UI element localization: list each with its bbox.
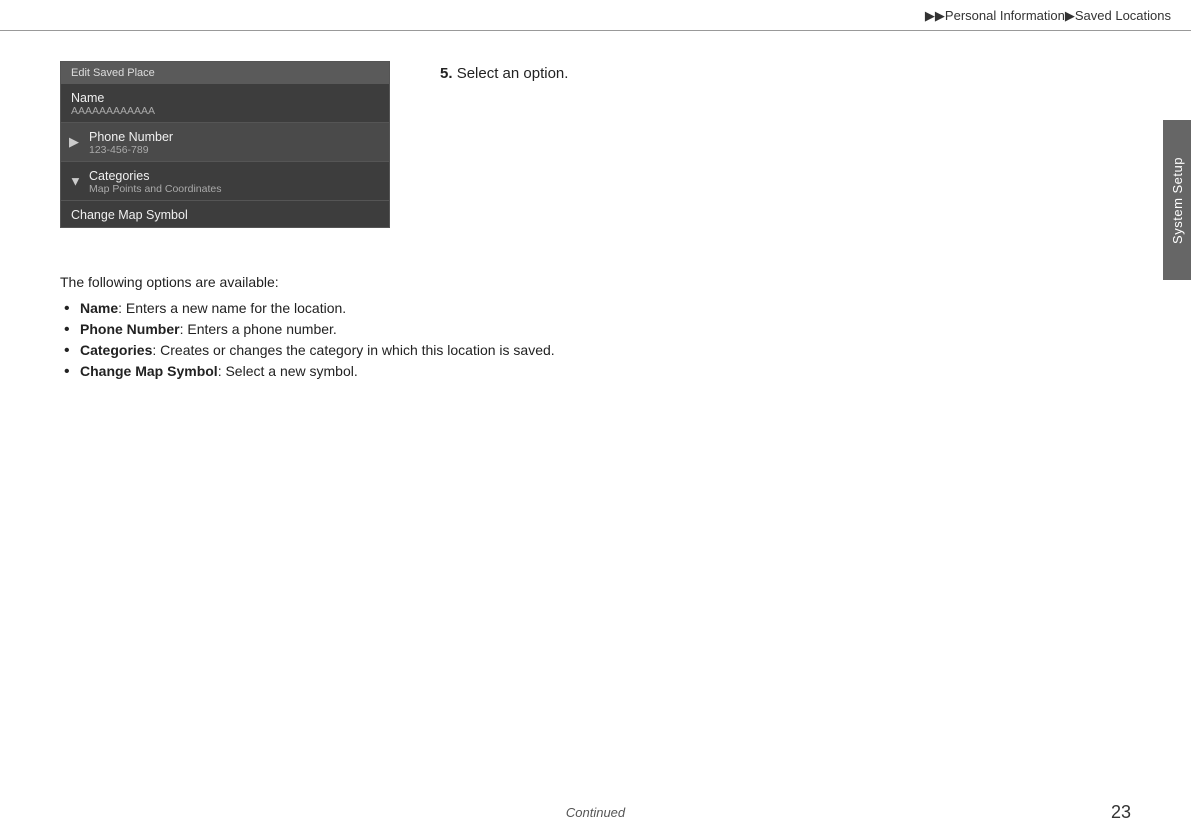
step-text: Select an option. <box>457 65 569 82</box>
screen-title-bar: Edit Saved Place <box>61 62 389 84</box>
page-header: ▶▶Personal Information▶Saved Locations <box>0 0 1191 31</box>
device-screen: Edit Saved Place Name AAAAAAAAAAAA ▶ Pho… <box>60 61 390 228</box>
desc-map-symbol: : Select a new symbol. <box>218 363 358 379</box>
step-instruction: 5. Select an option. <box>440 65 568 82</box>
screen-item-phone-label: Phone Number <box>89 130 379 144</box>
desc-phone: : Enters a phone number. <box>180 321 337 337</box>
intro-text: The following options are available: <box>60 274 1131 290</box>
footer: Continued 23 <box>0 805 1191 820</box>
term-phone: Phone Number <box>80 321 180 337</box>
screen-item-categories-label: Categories <box>89 169 379 183</box>
screen-item-map-symbol[interactable]: Change Map Symbol <box>61 201 389 227</box>
screen-item-name[interactable]: Name AAAAAAAAAAAA <box>61 84 389 123</box>
breadcrumb-part2: Saved Locations <box>1075 8 1171 23</box>
screen-item-phone-sub: 123-456-789 <box>89 144 379 156</box>
down-arrow-icon: ▼ <box>69 174 82 189</box>
screen-title: Edit Saved Place <box>71 67 155 79</box>
footer-continued: Continued <box>566 805 625 820</box>
desc-categories: : Creates or changes the category in whi… <box>152 342 554 358</box>
term-name: Name <box>80 300 118 316</box>
footer-page: 23 <box>1111 802 1131 823</box>
list-item-name: Name: Enters a new name for the location… <box>80 300 1131 316</box>
main-content: Edit Saved Place Name AAAAAAAAAAAA ▶ Pho… <box>0 31 1191 404</box>
breadcrumb-part1: Personal Information <box>945 8 1065 23</box>
desc-name: : Enters a new name for the location. <box>118 300 346 316</box>
bullet-list: Name: Enters a new name for the location… <box>60 300 1131 379</box>
breadcrumb: ▶▶Personal Information▶Saved Locations <box>925 8 1171 24</box>
body-section: The following options are available: Nam… <box>60 264 1131 379</box>
breadcrumb-arrow2: ▶ <box>1065 8 1075 23</box>
screen-item-map-symbol-label: Change Map Symbol <box>71 208 379 222</box>
term-map-symbol: Change Map Symbol <box>80 363 218 379</box>
breadcrumb-arrows1: ▶▶ <box>925 8 945 23</box>
list-item-categories: Categories: Creates or changes the categ… <box>80 342 1131 358</box>
step-section: 5. Select an option. <box>440 61 1131 98</box>
screen-item-categories[interactable]: ▼ Categories Map Points and Coordinates <box>61 162 389 201</box>
list-item-phone: Phone Number: Enters a phone number. <box>80 321 1131 337</box>
term-categories: Categories <box>80 342 152 358</box>
screen-item-phone[interactable]: ▶ Phone Number 123-456-789 <box>61 123 389 162</box>
screen-item-name-sub: AAAAAAAAAAAA <box>71 105 379 117</box>
list-item-map-symbol: Change Map Symbol: Select a new symbol. <box>80 363 1131 379</box>
screen-item-categories-sub: Map Points and Coordinates <box>89 183 379 195</box>
device-screenshot: Edit Saved Place Name AAAAAAAAAAAA ▶ Pho… <box>60 61 390 228</box>
screen-item-name-label: Name <box>71 91 379 105</box>
step-number: 5. <box>440 65 453 82</box>
right-arrow-icon: ▶ <box>69 134 79 150</box>
content-row: Edit Saved Place Name AAAAAAAAAAAA ▶ Pho… <box>60 61 1131 248</box>
